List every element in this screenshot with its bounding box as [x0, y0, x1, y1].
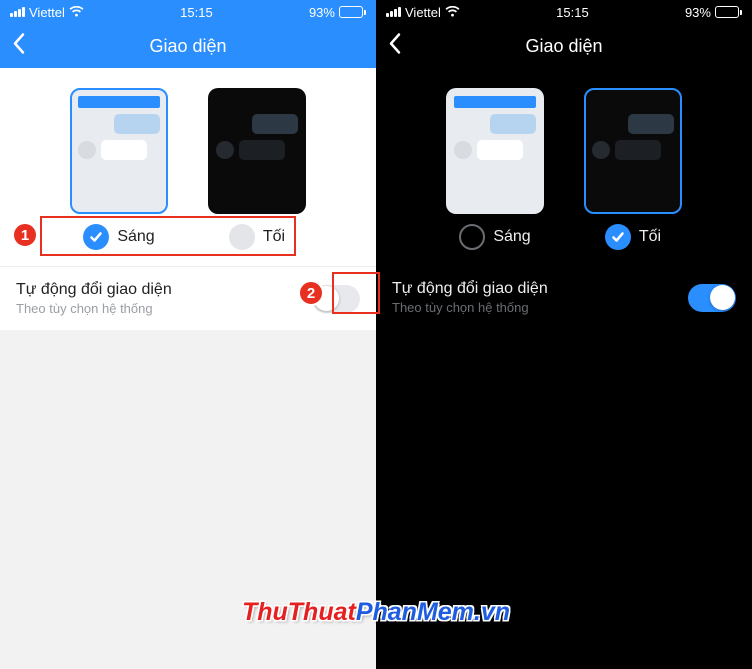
auto-subtitle: Theo tùy chọn hệ thống [16, 301, 172, 316]
annotation-box-2 [332, 272, 380, 314]
nav-bar: Giao diện [0, 24, 376, 68]
wifi-icon [445, 6, 460, 18]
radio-dark[interactable] [605, 224, 631, 250]
annotation-badge-1: 1 [12, 222, 38, 248]
theme-preview-dark [208, 88, 306, 214]
auto-subtitle: Theo tùy chọn hệ thống [392, 300, 548, 315]
radio-light[interactable] [459, 224, 485, 250]
chevron-left-icon [388, 33, 402, 55]
theme-preview-light [446, 88, 544, 214]
auto-title: Tự động đổi giao diện [392, 280, 548, 298]
annotation-badge-2: 2 [298, 280, 324, 306]
battery-icon [339, 6, 366, 18]
theme-preview-dark [584, 88, 682, 214]
auto-theme-row: Tự động đổi giao diện Theo tùy chọn hệ t… [376, 266, 752, 329]
clock-label: 15:15 [556, 5, 589, 20]
back-button[interactable] [12, 33, 26, 60]
theme-preview-light [70, 88, 168, 214]
watermark: ThuThuatPhanMem.vn [242, 598, 510, 627]
carrier-label: Viettel [405, 5, 441, 20]
signal-icon [386, 7, 401, 17]
auto-title: Tự động đổi giao diện [16, 281, 172, 299]
status-bar: Viettel 15:15 93% [0, 0, 376, 24]
radio-light-label: Sáng [493, 228, 530, 246]
status-bar: Viettel 15:15 93% [376, 0, 752, 24]
chevron-left-icon [12, 33, 26, 55]
theme-option-light[interactable]: Sáng [446, 88, 544, 250]
nav-bar: Giao diện [376, 24, 752, 68]
annotation-box-1 [40, 216, 296, 256]
carrier-label: Viettel [29, 5, 65, 20]
page-title: Giao diện [149, 36, 226, 57]
page-title: Giao diện [525, 36, 602, 57]
auto-toggle[interactable] [688, 284, 736, 312]
battery-icon [715, 6, 742, 18]
check-icon [611, 230, 625, 244]
theme-option-dark[interactable]: Tối [584, 88, 682, 250]
wifi-icon [69, 6, 84, 18]
theme-selector: Sáng Tối [376, 68, 752, 266]
battery-pct: 93% [685, 5, 711, 20]
signal-icon [10, 7, 25, 17]
clock-label: 15:15 [180, 5, 213, 20]
back-button[interactable] [388, 33, 402, 60]
radio-dark-label: Tối [639, 228, 661, 246]
battery-pct: 93% [309, 5, 335, 20]
phone-dark: Viettel 15:15 93% Giao diện [376, 0, 752, 669]
phone-light: Viettel 15:15 93% Giao diện [0, 0, 376, 669]
